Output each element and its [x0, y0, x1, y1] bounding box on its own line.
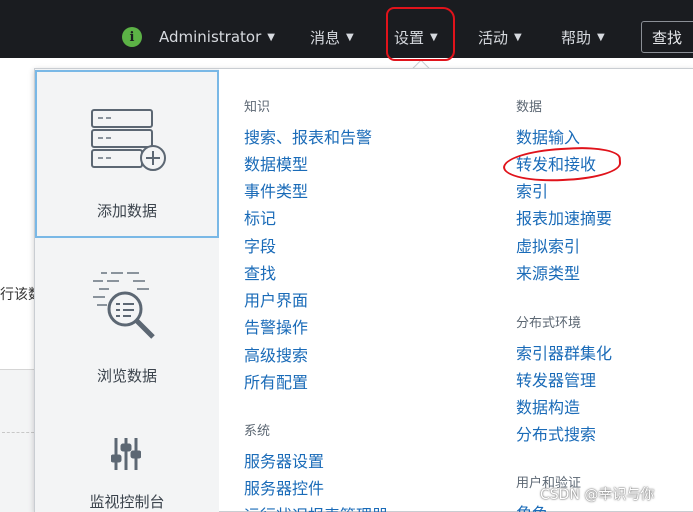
link-all-configurations[interactable]: 所有配置 — [244, 369, 308, 393]
system-section-title: 系统 — [244, 424, 271, 439]
sidebar: 添加数据 浏览数据 监视控制台 — [35, 69, 219, 512]
link-advanced-search[interactable]: 高级搜索 — [244, 342, 308, 366]
watermark: CSDN @幸识与你 — [540, 487, 655, 503]
explore-data-icon — [93, 272, 155, 339]
link-server-settings[interactable]: 服务器设置 — [244, 448, 324, 472]
link-server-controls[interactable]: 服务器控件 — [244, 475, 324, 499]
link-forwarder-management[interactable]: 转发器管理 — [516, 367, 596, 391]
monitoring-console-icon — [111, 438, 141, 470]
link-fields[interactable]: 字段 — [244, 233, 276, 257]
link-indexes[interactable]: 索引 — [516, 178, 548, 202]
user-menu-label: Administrator — [159, 28, 262, 46]
messages-menu-label: 消息 — [310, 28, 341, 47]
data-section-title: 数据 — [516, 100, 543, 115]
monitoring-console-tile[interactable]: 监视控制台 — [35, 394, 219, 512]
activity-menu-label: 活动 — [478, 28, 509, 47]
monitoring-console-label: 监视控制台 — [89, 493, 165, 511]
distributed-section-title: 分布式环境 — [516, 316, 582, 331]
user-menu[interactable]: Administrator ▼ — [159, 24, 275, 50]
link-data-fabric[interactable]: 数据构造 — [516, 394, 580, 418]
annotation-circle-settings — [386, 7, 455, 61]
background-area — [0, 370, 36, 512]
activity-menu[interactable]: 活动 ▼ — [478, 24, 522, 50]
link-user-interface[interactable]: 用户界面 — [244, 287, 308, 311]
caret-down-icon: ▼ — [267, 31, 275, 43]
link-alert-actions[interactable]: 告警操作 — [244, 314, 308, 338]
add-data-label: 添加数据 — [96, 202, 157, 220]
link-data-models[interactable]: 数据模型 — [244, 151, 308, 175]
add-data-icon — [91, 109, 166, 171]
messages-menu[interactable]: 消息 ▼ — [310, 24, 354, 50]
caret-down-icon: ▼ — [597, 31, 605, 43]
info-icon[interactable]: i — [122, 27, 142, 47]
link-health-report-manager[interactable]: 运行状况报表管理器 — [244, 502, 388, 512]
search-button[interactable]: 查找 — [641, 21, 693, 53]
knowledge-section-title: 知识 — [244, 100, 271, 115]
link-data-inputs[interactable]: 数据输入 — [516, 124, 580, 148]
explore-data-label: 浏览数据 — [96, 367, 157, 385]
top-navigation-bar: i Administrator ▼ 消息 ▼ 设置 ▼ 活动 ▼ 帮助 ▼ 查找 — [0, 0, 693, 58]
link-source-types[interactable]: 来源类型 — [516, 260, 580, 284]
help-menu-label: 帮助 — [561, 28, 592, 47]
background-text: 行该数 — [0, 287, 36, 303]
settings-dropdown: 添加数据 浏览数据 监视控制台 知识 搜索、报表和告警 数据模型 事件类型 标记… — [34, 68, 693, 512]
link-event-types[interactable]: 事件类型 — [244, 178, 308, 202]
link-searches-reports-alerts[interactable]: 搜索、报表和告警 — [244, 124, 372, 148]
caret-down-icon: ▼ — [346, 31, 354, 43]
link-report-acceleration[interactable]: 报表加速摘要 — [516, 205, 612, 229]
help-menu[interactable]: 帮助 ▼ — [561, 24, 605, 50]
explore-data-tile[interactable]: 浏览数据 — [35, 239, 219, 394]
background-panel — [0, 58, 36, 370]
link-tags[interactable]: 标记 — [244, 205, 276, 229]
link-indexer-clustering[interactable]: 索引器群集化 — [516, 340, 612, 364]
link-virtual-indexes[interactable]: 虚拟索引 — [516, 233, 580, 257]
divider — [2, 432, 34, 433]
caret-down-icon: ▼ — [514, 31, 522, 43]
link-lookups[interactable]: 查找 — [244, 260, 276, 284]
link-distributed-search[interactable]: 分布式搜索 — [516, 421, 596, 445]
add-data-tile[interactable]: 添加数据 — [35, 70, 219, 238]
